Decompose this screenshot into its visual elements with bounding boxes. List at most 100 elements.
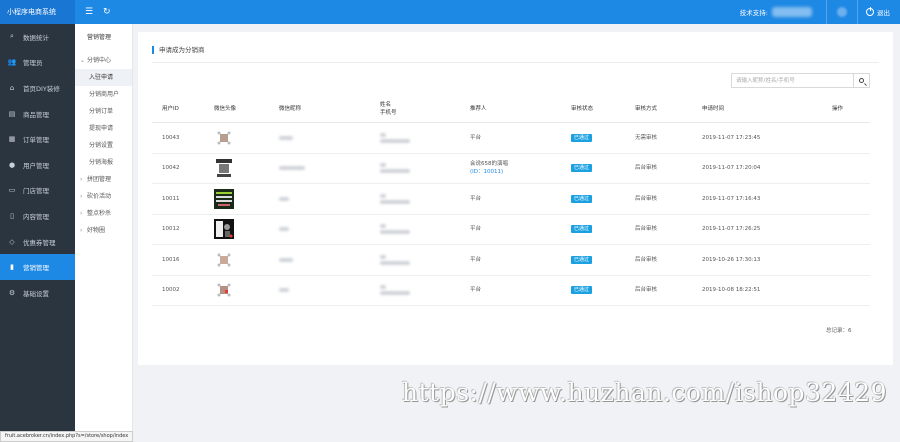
sidebar-item-goods[interactable]: ▤ 商品管理: [0, 101, 75, 127]
sidebar-item-coupons[interactable]: ◇ 优惠券管理: [0, 229, 75, 255]
sidebar-item-users[interactable]: ● 用户管理: [0, 152, 75, 178]
table-row: 10043 平台 已通过 无需审核 2019-11-07 17:23:45: [152, 123, 870, 154]
gear-icon: ⚙: [8, 288, 16, 297]
row-status: 已通过: [571, 286, 593, 295]
logout-label: 退出: [877, 9, 890, 17]
submenu-group-goodcircle[interactable]: › 好物圈: [75, 222, 132, 239]
user-icon: ●: [8, 160, 16, 169]
table-row: 10012 平台 已通过 后台审核 2019-11-07 17:26:25: [152, 215, 870, 245]
submenu-group-distribution[interactable]: ⌄ 分销中心: [75, 52, 132, 69]
row-user-id: 10042: [162, 165, 180, 172]
col-phone: 手机号: [380, 109, 397, 116]
row-status: 已通过: [571, 133, 593, 142]
tech-support-label: 技术支持:: [739, 9, 768, 17]
document-icon: ▯: [10, 211, 14, 220]
row-user-id: 10012: [162, 226, 180, 233]
chart-icon: ▮: [10, 263, 14, 272]
store-icon: ▭: [8, 186, 16, 195]
submenu-title: 营销管理: [87, 34, 112, 41]
row-avatar: [214, 280, 234, 301]
submenu-item-withdraw[interactable]: 提现申请: [75, 120, 132, 137]
col-referrer: 推荐人: [470, 105, 487, 112]
col-method: 审核方式: [635, 105, 658, 112]
col-name: 姓名: [380, 101, 392, 108]
row-name-phone: [380, 192, 410, 206]
sidebar-item-marketing[interactable]: ▮ 营销管理: [0, 254, 75, 280]
submenu-item-distributors[interactable]: 分销商用户: [75, 86, 132, 103]
row-status: 已通过: [571, 225, 593, 234]
row-method: 后台审核: [635, 226, 658, 233]
user-group-icon: 👥: [7, 58, 17, 67]
row-status: 已通过: [571, 255, 593, 264]
submenu-item-apply[interactable]: 入驻申请: [75, 69, 132, 86]
row-referrer: 平台: [470, 134, 482, 141]
tag-icon: ◇: [9, 237, 15, 246]
table-header: 用户ID 微信头像 微信昵称 姓名 手机号 推荐人 审核状态 审核方式 申请时间…: [152, 95, 870, 123]
search-input[interactable]: [731, 73, 853, 88]
row-user-id: 10011: [162, 195, 180, 202]
row-nickname: [279, 256, 293, 264]
status-badge: 已通过: [571, 225, 593, 234]
app-title[interactable]: 小程序电商系统: [0, 0, 75, 24]
row-user-id: 10016: [162, 256, 180, 263]
sidebar-item-settings[interactable]: ⚙ 基础设置: [0, 280, 75, 306]
row-referrer: 平台: [470, 226, 482, 233]
row-user-id: 10043: [162, 134, 180, 141]
user-avatar[interactable]: [827, 0, 857, 24]
submenu-group-groupbuy[interactable]: › 拼团管理: [75, 171, 132, 188]
row-user-id: 10002: [162, 287, 180, 294]
sidebar-item-admin[interactable]: 👥 管理员: [0, 50, 75, 76]
row-referrer: 平台: [470, 287, 482, 294]
order-icon: ▦: [8, 135, 16, 144]
table-row: 10016 平台 已通过 后台审核 2019-10-26 17:30:13: [152, 245, 870, 276]
sidebar-item-stores[interactable]: ▭ 门店管理: [0, 178, 75, 204]
col-user-id: 用户ID: [162, 105, 179, 112]
submenu-group-flashsale[interactable]: › 整点秒杀: [75, 205, 132, 222]
menu-toggle-icon[interactable]: ☰: [85, 6, 93, 18]
row-status: 已通过: [571, 194, 593, 203]
row-avatar: [214, 158, 234, 179]
col-avatar: 微信头像: [214, 105, 237, 112]
submenu-item-orders[interactable]: 分销订单: [75, 103, 132, 120]
row-name-phone: [380, 222, 410, 236]
row-referrer: 平台: [470, 195, 482, 202]
row-nickname: [279, 134, 293, 142]
row-nickname: [279, 286, 289, 294]
row-referrer: 会说658的演唱 (ID：10011): [470, 161, 508, 176]
sidebar-item-orders[interactable]: ▦ 订单管理: [0, 126, 75, 152]
row-nickname: [279, 164, 305, 172]
col-status: 审核状态: [571, 105, 594, 112]
row-time: 2019-11-07 17:26:25: [702, 226, 761, 233]
row-nickname: [279, 225, 289, 233]
col-name-phone: 姓名 手机号: [380, 101, 397, 117]
row-method: 后台审核: [635, 287, 658, 294]
submenu: 营销管理 ⌄ 分销中心 入驻申请 分销商用户 分销订单 提现申请 分销设置 分销海…: [75, 24, 133, 442]
sidebar-item-stats[interactable]: ⌕ 数据统计: [0, 24, 75, 50]
row-method: 后台审核: [635, 165, 658, 172]
search-button[interactable]: [853, 73, 870, 88]
row-time: 2019-10-08 18:22:51: [702, 287, 761, 294]
chevron-right-icon: ›: [80, 227, 83, 234]
submenu-item-poster[interactable]: 分销海报: [75, 154, 132, 171]
sidebar-item-home-diy[interactable]: ⌂ 首页DIY装修: [0, 75, 75, 101]
submenu-item-settings[interactable]: 分销设置: [75, 137, 132, 154]
tech-support-value: [772, 7, 812, 17]
refresh-icon[interactable]: ↻: [103, 6, 111, 18]
search-icon: [859, 78, 864, 83]
sidebar-item-content[interactable]: ▯ 内容管理: [0, 203, 75, 229]
row-avatar: [214, 188, 234, 209]
top-bar: 小程序电商系统 ☰ ↻ 技术支持: 退出: [0, 0, 900, 24]
top-bar-right: 技术支持: 退出: [740, 0, 900, 24]
row-time: 2019-10-26 17:30:13: [702, 256, 761, 263]
row-avatar: [214, 249, 234, 270]
logout-button[interactable]: 退出: [858, 7, 900, 17]
chevron-down-icon: ⌄: [80, 57, 86, 64]
home-icon: ⌂: [9, 83, 15, 92]
chevron-right-icon: ›: [80, 210, 83, 217]
row-nickname: [279, 195, 289, 203]
submenu-group-bargain[interactable]: › 砍价活动: [75, 188, 132, 205]
col-action: 操作: [832, 105, 844, 112]
sidebar: ⌕ 数据统计 👥 管理员 ⌂ 首页DIY装修 ▤ 商品管理 ▦ 订单管理 ● 用户管理 ▭ 门…: [0, 24, 75, 442]
status-badge: 已通过: [571, 164, 593, 173]
row-referrer: 平台: [470, 256, 482, 263]
